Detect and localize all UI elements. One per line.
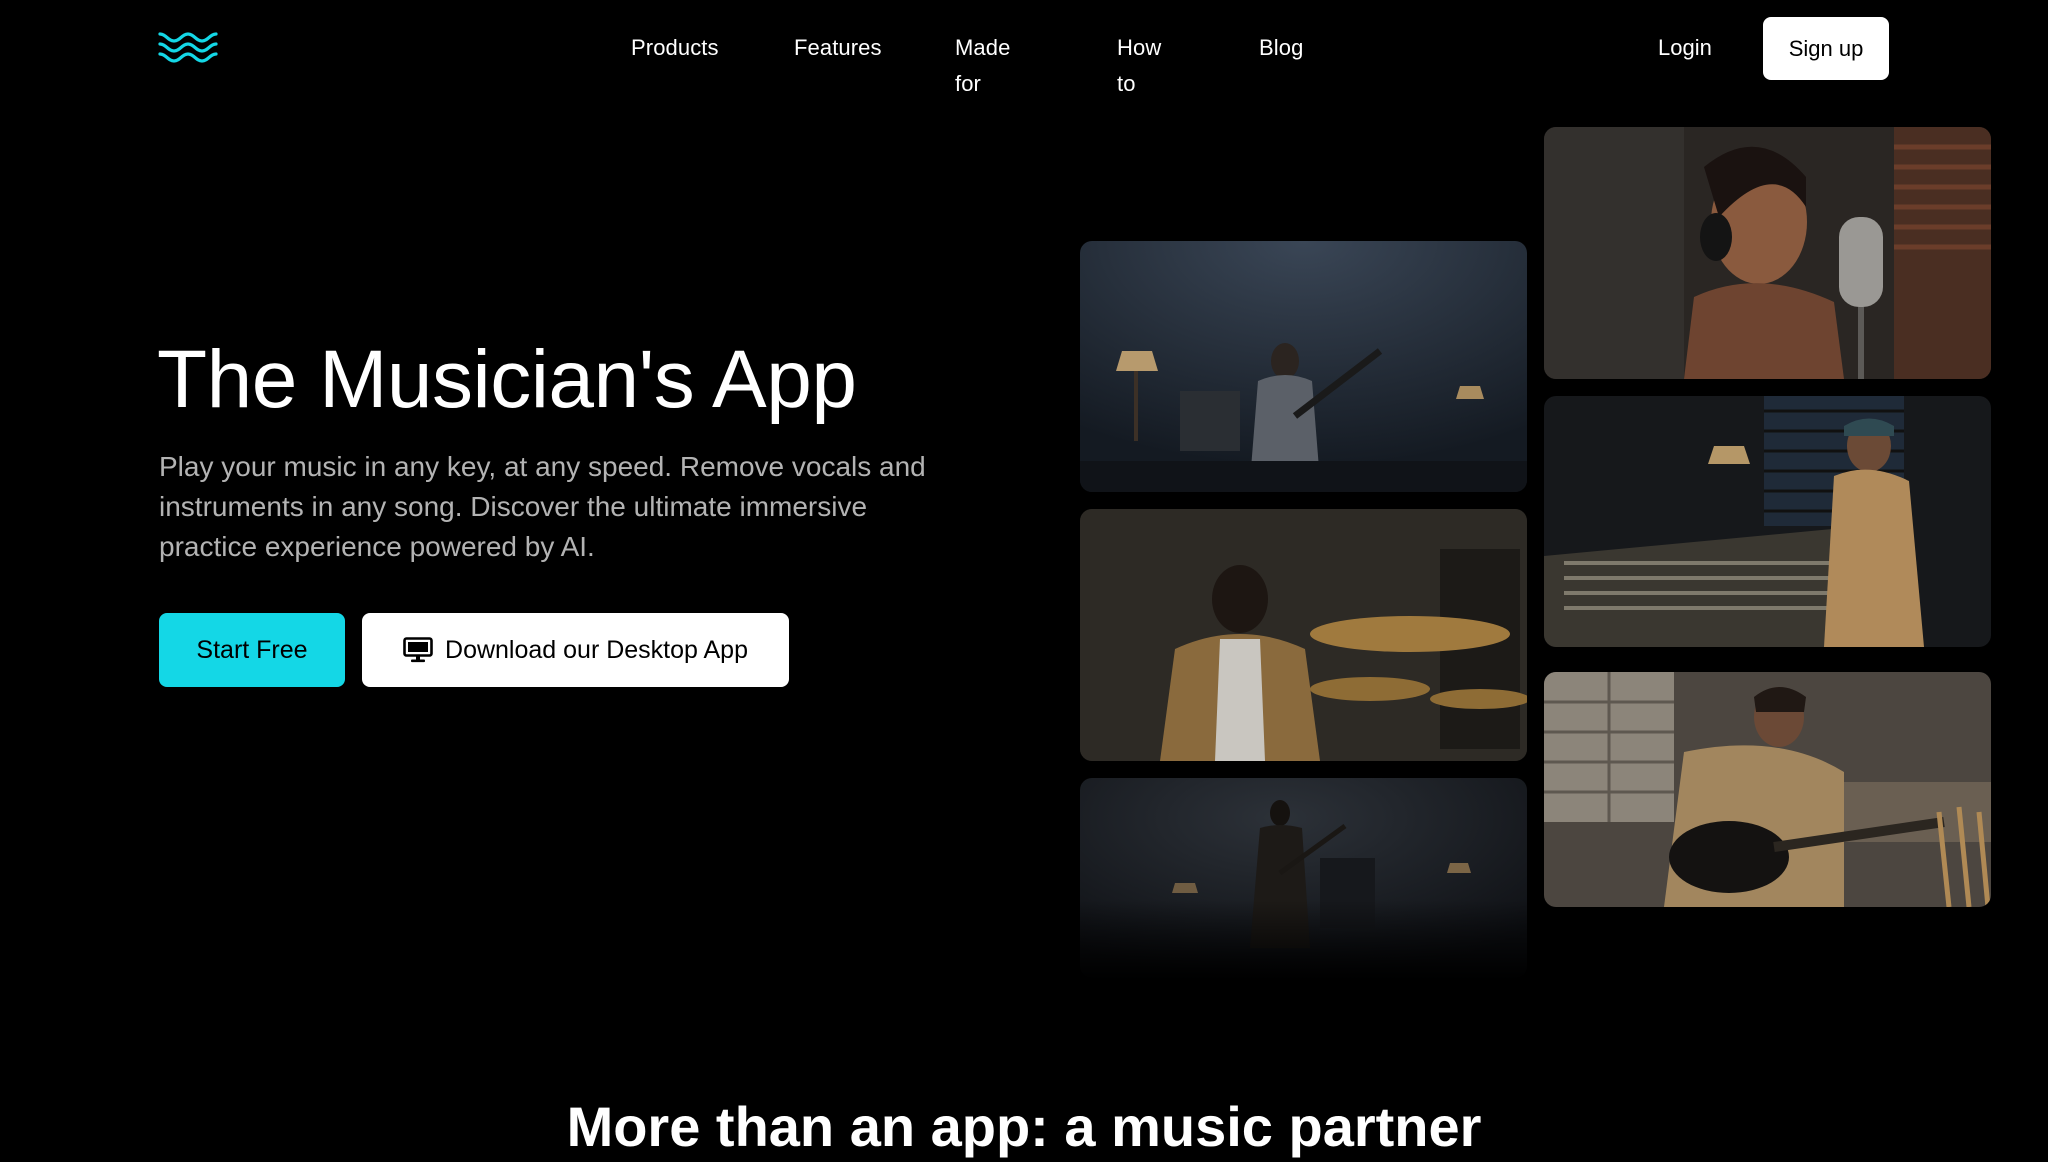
nav-link-features[interactable]: Features xyxy=(794,30,882,66)
photo-studio-engineer xyxy=(1544,396,1991,647)
photo-drummer xyxy=(1080,509,1527,761)
signup-button[interactable]: Sign up xyxy=(1763,17,1889,80)
monitor-icon xyxy=(403,637,433,663)
wave-logo-icon[interactable] xyxy=(158,31,218,65)
section-title: More than an app: a music partner xyxy=(566,1095,1482,1158)
photo-singer-guitarist xyxy=(1080,241,1527,492)
nav-link-how-to[interactable]: How to xyxy=(1117,30,1161,102)
photo-vocalist-headphones xyxy=(1544,127,1991,379)
download-button-label: Download our Desktop App xyxy=(445,635,748,664)
download-desktop-app-button[interactable]: Download our Desktop App xyxy=(362,613,789,687)
start-free-button[interactable]: Start Free xyxy=(159,613,345,687)
top-navigation: Products Features Made for How to Blog L… xyxy=(0,0,2048,96)
hero-subtitle: Play your music in any key, at any speed… xyxy=(159,451,926,562)
hero-title: The Musician's App xyxy=(157,334,857,425)
photo-electric-guitarist xyxy=(1544,672,1991,907)
nav-link-made-for[interactable]: Made for xyxy=(955,30,1010,102)
nav-link-blog[interactable]: Blog xyxy=(1259,30,1303,66)
login-link[interactable]: Login xyxy=(1658,30,1712,66)
photo-bassist-silhouette xyxy=(1080,778,1527,978)
nav-link-products[interactable]: Products xyxy=(631,30,719,66)
